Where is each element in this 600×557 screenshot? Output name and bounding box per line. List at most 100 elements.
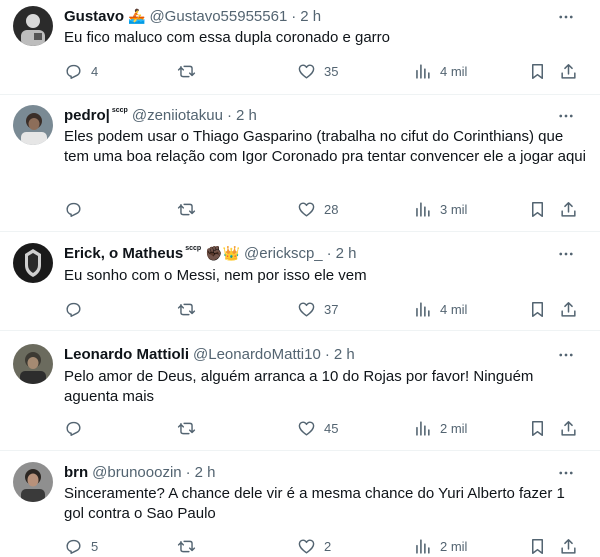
timestamp[interactable]: 2 h: [195, 464, 216, 481]
reply-button[interactable]: 4: [64, 60, 98, 82]
retweet-button[interactable]: [177, 417, 204, 439]
views-button[interactable]: 2 mil: [413, 417, 467, 439]
more-dots-icon[interactable]: [554, 464, 578, 482]
views-button[interactable]: 4 mil: [413, 60, 467, 82]
avatar[interactable]: [13, 105, 53, 145]
views-bar-chart-icon: [416, 538, 430, 554]
name-badge: sccp: [111, 106, 128, 114]
more-dots-icon[interactable]: [554, 346, 578, 364]
separator-dot: ·: [226, 106, 232, 124]
share-icon: [561, 538, 576, 554]
retweet-button[interactable]: [177, 298, 204, 320]
display-name[interactable]: pedro|: [64, 107, 110, 124]
views-button[interactable]: 3 mil: [413, 198, 467, 220]
views-button[interactable]: 4 mil: [413, 298, 467, 320]
heart-icon: [298, 420, 315, 436]
bookmark-button[interactable]: [528, 298, 547, 320]
retweet-icon: [177, 203, 196, 215]
separator-dot: ·: [185, 463, 191, 481]
view-count: 2 mil: [440, 538, 468, 554]
avatar[interactable]: [13, 344, 53, 384]
display-name[interactable]: Gustavo: [64, 8, 124, 25]
user-handle[interactable]: @LeonardoMatti10: [193, 346, 321, 363]
share-button[interactable]: [559, 60, 578, 82]
more-dots-icon[interactable]: [554, 8, 578, 26]
share-button[interactable]: [559, 298, 578, 320]
tweet-5[interactable]: brn @brunooozin · 2 h Sinceramente? A ch…: [0, 451, 600, 557]
separator-dot: ·: [291, 7, 297, 25]
avatar[interactable]: [13, 6, 53, 46]
share-button[interactable]: [559, 198, 578, 220]
tweet-header: pedro| sccp @zeniiotakuu · 2 h: [64, 105, 257, 125]
bookmark-button[interactable]: [528, 60, 547, 82]
bookmark-button[interactable]: [528, 198, 547, 220]
retweet-icon: [177, 422, 196, 434]
like-button[interactable]: 28: [297, 198, 338, 220]
views-button[interactable]: 2 mil: [413, 535, 467, 557]
like-count: 2: [324, 538, 332, 554]
share-icon: [561, 201, 576, 217]
bookmark-icon: [531, 63, 544, 79]
user-handle[interactable]: @zeniiotakuu: [132, 107, 223, 124]
more-dots-icon[interactable]: [554, 107, 578, 125]
separator-dot: ·: [326, 244, 332, 262]
like-button[interactable]: 45: [297, 417, 338, 439]
display-name[interactable]: brn: [64, 464, 88, 481]
avatar[interactable]: [13, 462, 53, 502]
view-count: 4 mil: [440, 301, 468, 317]
more-dots-icon[interactable]: [554, 245, 578, 263]
tweet-text: Pelo amor de Deus, alguém arranca a 10 d…: [64, 368, 534, 405]
display-name[interactable]: Leonardo Mattioli: [64, 346, 189, 363]
share-button[interactable]: [559, 535, 578, 557]
action-bar: 45 2 mil: [64, 417, 594, 439]
avatar[interactable]: [13, 243, 53, 283]
like-count: 45: [324, 420, 339, 436]
share-icon: [561, 420, 576, 436]
user-handle[interactable]: @Gustavo55955561: [149, 8, 287, 25]
timestamp[interactable]: 2 h: [334, 346, 355, 363]
tweet-3[interactable]: Erick, o Matheus sccp ✊🏿👑 @erickscp_ · 2…: [0, 232, 600, 331]
heart-icon: [298, 63, 315, 79]
tweet-2[interactable]: pedro| sccp @zeniiotakuu · 2 h Eles pode…: [0, 95, 600, 232]
retweet-button[interactable]: [177, 535, 204, 557]
bookmark-button[interactable]: [528, 417, 547, 439]
action-bar: 37 4 mil: [64, 298, 594, 320]
display-name[interactable]: Erick, o Matheus: [64, 245, 183, 262]
like-button[interactable]: 37: [297, 298, 338, 320]
name-emoji: 🚣: [128, 7, 146, 24]
reply-button[interactable]: 5: [64, 535, 98, 557]
bookmark-button[interactable]: [528, 535, 547, 557]
reply-button[interactable]: [64, 298, 91, 320]
reply-icon: [66, 302, 81, 317]
tweet-header: brn @brunooozin · 2 h: [64, 462, 215, 482]
like-button[interactable]: 35: [297, 60, 338, 82]
bookmark-icon: [531, 201, 544, 217]
timestamp[interactable]: 2 h: [336, 245, 357, 262]
views-bar-chart-icon: [416, 301, 430, 317]
reply-button[interactable]: [64, 417, 91, 439]
retweet-button[interactable]: [177, 60, 204, 82]
views-bar-chart-icon: [416, 201, 430, 217]
tweet-header: Erick, o Matheus sccp ✊🏿👑 @erickscp_ · 2…: [64, 243, 357, 263]
share-icon: [561, 301, 576, 317]
share-icon: [561, 63, 576, 79]
tweet-1[interactable]: Gustavo 🚣 @Gustavo55955561 · 2 h Eu fico…: [0, 0, 600, 95]
retweet-button[interactable]: [177, 198, 204, 220]
bookmark-icon: [531, 538, 544, 554]
user-handle[interactable]: @erickscp_: [244, 245, 323, 262]
tweet-4[interactable]: Leonardo Mattioli @LeonardoMatti10 · 2 h…: [0, 331, 600, 451]
retweet-icon: [177, 65, 196, 77]
like-button[interactable]: 2: [297, 535, 331, 557]
timestamp[interactable]: 2 h: [236, 107, 257, 124]
like-count: 37: [324, 301, 339, 317]
heart-icon: [298, 301, 315, 317]
reply-button[interactable]: [64, 198, 91, 220]
timestamp[interactable]: 2 h: [300, 8, 321, 25]
retweet-icon: [177, 303, 196, 315]
tweet-header: Leonardo Mattioli @LeonardoMatti10 · 2 h: [64, 344, 355, 364]
tweet-text: Eu fico maluco com essa dupla coronado e…: [64, 29, 391, 46]
separator-dot: ·: [324, 345, 330, 363]
share-button[interactable]: [559, 417, 578, 439]
reply-icon: [66, 202, 81, 217]
user-handle[interactable]: @brunooozin: [92, 464, 181, 481]
